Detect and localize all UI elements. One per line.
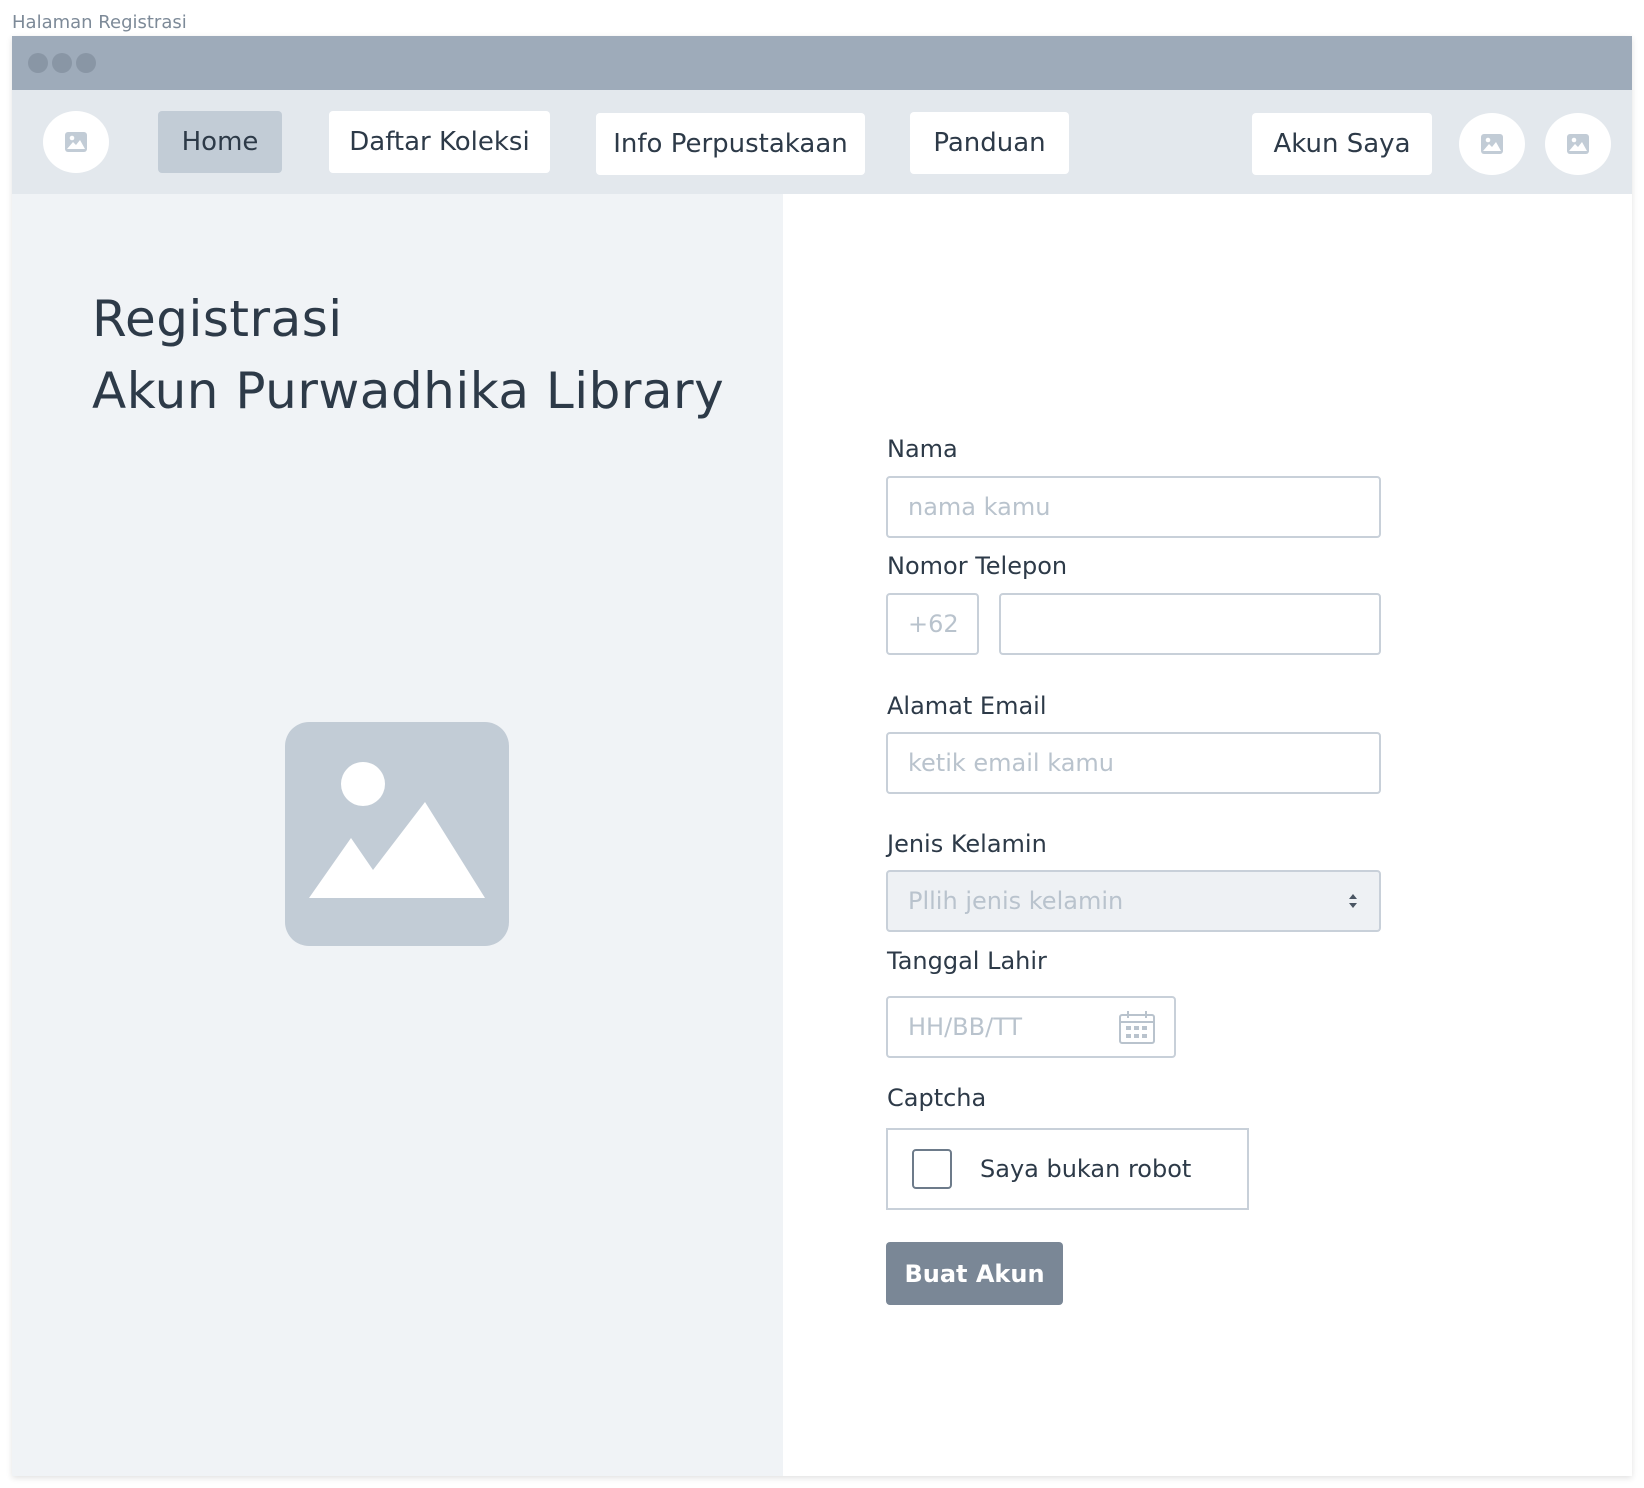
- captcha-checkbox[interactable]: [912, 1149, 952, 1189]
- birthdate-input[interactable]: HH/BB/TT: [886, 996, 1176, 1058]
- image-icon: [1567, 134, 1589, 154]
- nav-home-label: Home: [181, 127, 259, 157]
- nav-icon-button[interactable]: [1545, 113, 1611, 175]
- birthdate-label: Tanggal Lahir: [887, 947, 1047, 975]
- create-account-button-label: Buat Akun: [904, 1259, 1045, 1288]
- calendar-icon[interactable]: [1118, 1009, 1156, 1045]
- browser-window: Home Daftar Koleksi Info Perpustakaan Pa…: [12, 36, 1632, 1476]
- nav-info-perpustakaan-label: Info Perpustakaan: [613, 129, 848, 159]
- birthdate-placeholder: HH/BB/TT: [908, 1013, 1023, 1041]
- name-input[interactable]: [886, 476, 1381, 538]
- nav-icon-button[interactable]: [1459, 113, 1525, 175]
- gender-select[interactable]: Pllih jenis kelamin: [886, 870, 1381, 932]
- registration-form: Nama Nomor Telepon Alamat Email Jenis Ke…: [783, 194, 1632, 1476]
- create-account-button[interactable]: Buat Akun: [886, 1242, 1063, 1305]
- window-control-dot[interactable]: [52, 53, 72, 73]
- email-input[interactable]: [886, 732, 1381, 794]
- account-button-label: Akun Saya: [1273, 129, 1411, 159]
- gender-label: Jenis Kelamin: [887, 830, 1047, 858]
- navbar: Home Daftar Koleksi Info Perpustakaan Pa…: [12, 90, 1632, 194]
- page-title-line-2: Akun Purwadhika Library: [92, 362, 725, 420]
- nav-home[interactable]: Home: [158, 111, 282, 173]
- gender-select-value: Pllih jenis kelamin: [908, 887, 1124, 915]
- captcha-widget: Saya bukan robot: [886, 1128, 1249, 1210]
- name-label: Nama: [887, 435, 958, 463]
- image-icon: [1481, 134, 1503, 154]
- nav-panduan[interactable]: Panduan: [910, 112, 1069, 174]
- hero-panel: Registrasi Akun Purwadhika Library: [12, 194, 783, 1476]
- account-button[interactable]: Akun Saya: [1252, 113, 1432, 175]
- sort-arrows-icon: [1349, 894, 1357, 908]
- nav-daftar-koleksi-label: Daftar Koleksi: [349, 127, 530, 157]
- page-title-line-1: Registrasi: [92, 290, 343, 348]
- phone-label: Nomor Telepon: [887, 552, 1068, 580]
- page-label: Halaman Registrasi: [12, 12, 187, 33]
- nav-info-perpustakaan[interactable]: Info Perpustakaan: [596, 113, 865, 175]
- nav-panduan-label: Panduan: [933, 128, 1046, 158]
- email-label: Alamat Email: [887, 692, 1047, 720]
- phone-number-input[interactable]: [999, 593, 1381, 655]
- captcha-checkbox-label: Saya bukan robot: [980, 1155, 1192, 1183]
- window-control-dot[interactable]: [28, 53, 48, 73]
- image-icon: [65, 132, 87, 152]
- image-icon: [285, 722, 509, 946]
- captcha-label: Captcha: [887, 1084, 987, 1112]
- logo-image[interactable]: [43, 111, 109, 173]
- nav-daftar-koleksi[interactable]: Daftar Koleksi: [329, 111, 550, 173]
- window-control-dot[interactable]: [76, 53, 96, 73]
- window-titlebar: [12, 36, 1632, 90]
- phone-prefix-input[interactable]: [886, 593, 979, 655]
